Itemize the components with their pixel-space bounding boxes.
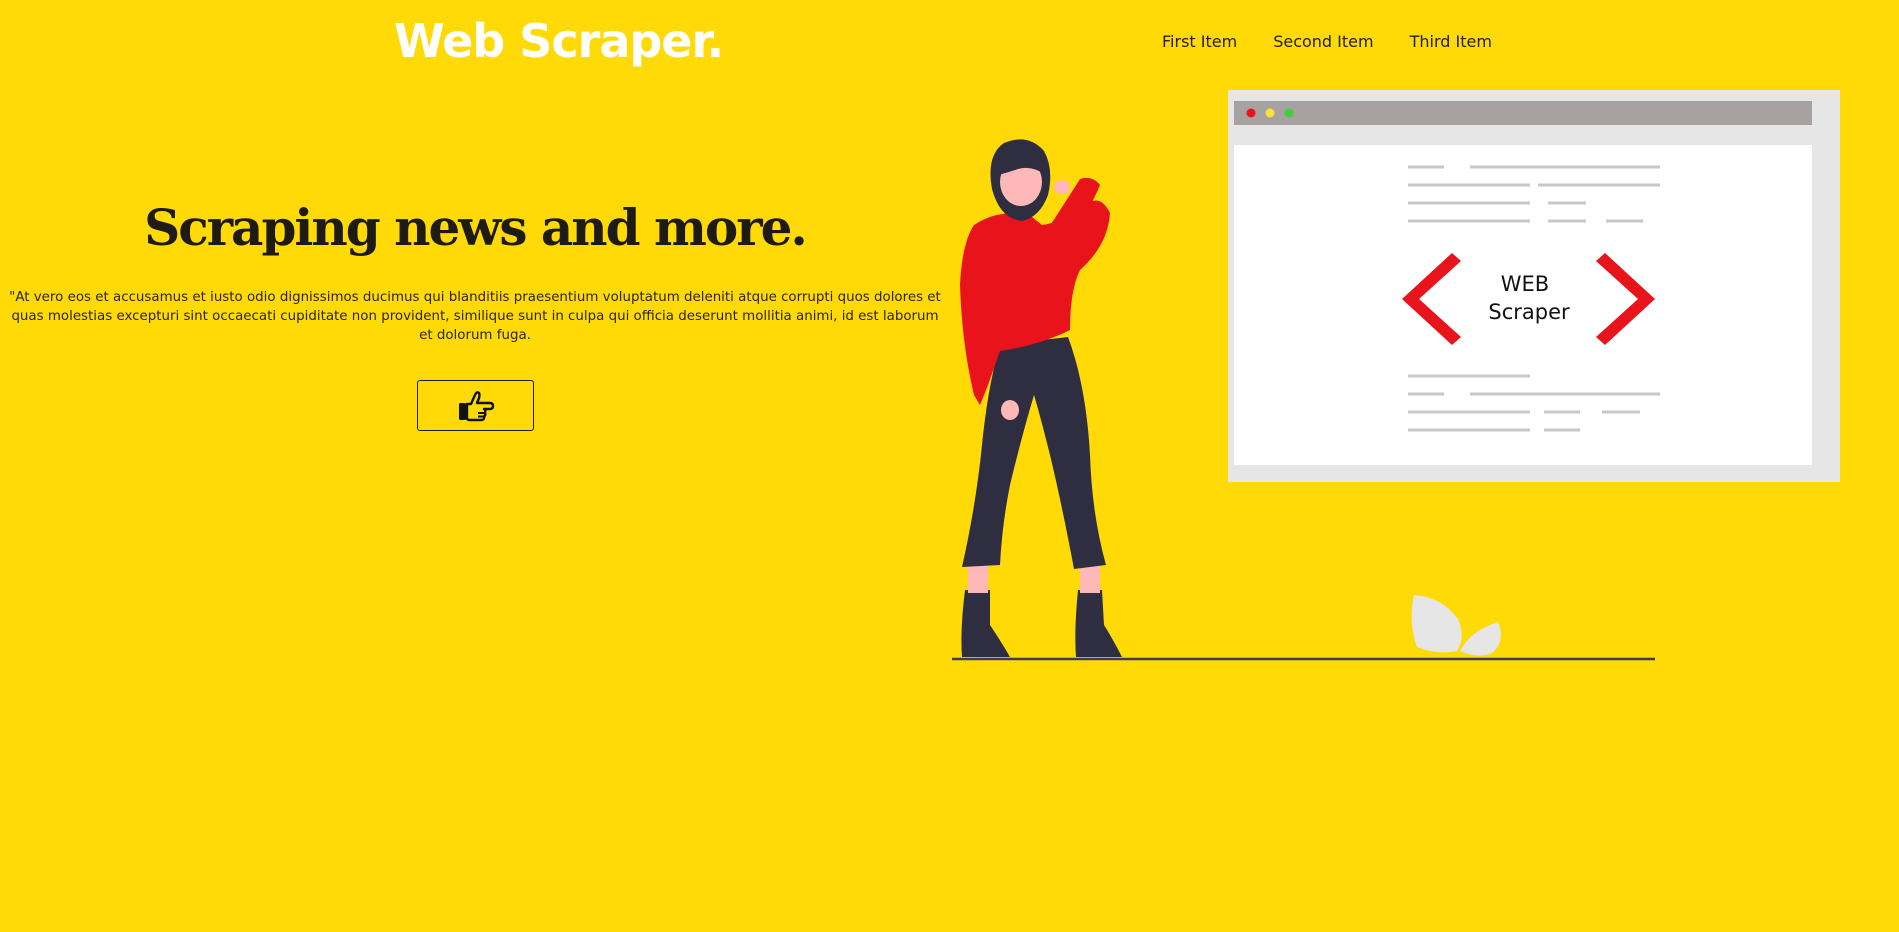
site-logo[interactable]: Web Scraper. bbox=[394, 14, 724, 68]
browser-label-line2: Scraper bbox=[1488, 300, 1570, 324]
hero-title: Scraping news and more. bbox=[144, 198, 808, 257]
plant-icon bbox=[1411, 595, 1501, 656]
main-nav: First Item Second Item Third Item bbox=[1162, 32, 1492, 51]
pointing-hand-icon bbox=[458, 390, 494, 421]
hero-description: "At vero eos et accusamus et iusto odio … bbox=[9, 290, 941, 343]
close-dot-icon bbox=[1246, 108, 1256, 118]
hero-illustration: WEB Scraper bbox=[940, 85, 1840, 675]
nav-item-second[interactable]: Second Item bbox=[1273, 32, 1373, 51]
cta-button[interactable] bbox=[417, 380, 534, 431]
nav-item-third[interactable]: Third Item bbox=[1410, 32, 1492, 51]
woman-figure bbox=[960, 139, 1122, 657]
minimize-dot-icon bbox=[1265, 108, 1275, 118]
landing-page: Web Scraper. First Item Second Item Thir… bbox=[0, 0, 1899, 932]
maximize-dot-icon bbox=[1284, 108, 1294, 118]
nav-item-first[interactable]: First Item bbox=[1162, 32, 1237, 51]
browser-window: WEB Scraper bbox=[1228, 90, 1840, 482]
browser-label-line1: WEB bbox=[1501, 272, 1549, 296]
